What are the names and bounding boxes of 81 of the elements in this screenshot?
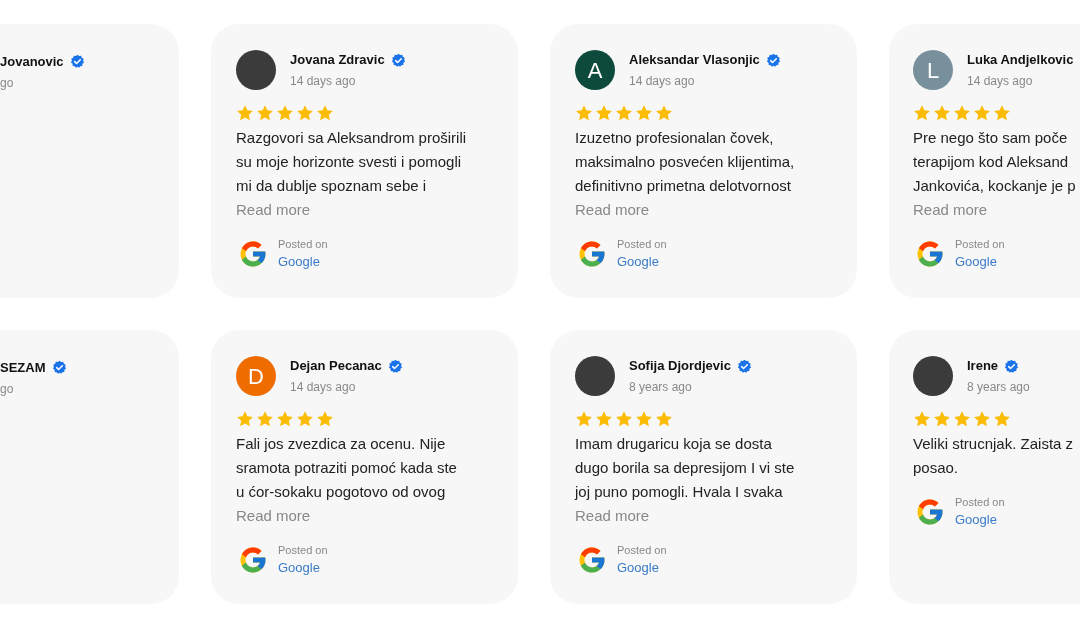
star-icon xyxy=(316,410,334,428)
star-icon xyxy=(276,104,294,122)
posted-on-label: Posted on xyxy=(955,237,1005,252)
star-icon xyxy=(913,410,931,428)
posted-on-label: Posted on xyxy=(617,543,667,558)
star-icon xyxy=(256,104,274,122)
star-icon xyxy=(575,104,593,122)
google-source-link[interactable]: Google xyxy=(278,252,328,272)
star-icon xyxy=(973,410,991,428)
star-icon xyxy=(296,410,314,428)
star-icon xyxy=(595,410,613,428)
review-text: Fali jos zvezdica za ocenu. Nije sramota potraziti pomoć kada ste u ćor-sokaku pogotovo od ovog xyxy=(236,434,458,502)
posted-on-label: Posted on xyxy=(278,237,328,252)
reviewer-name: Sofija Djordjevic xyxy=(629,357,731,376)
google-logo-icon xyxy=(577,545,607,575)
review-time: 8 years ago xyxy=(967,378,1030,396)
read-more-link[interactable]: Read more xyxy=(575,198,650,222)
review-time: go xyxy=(0,380,15,398)
star-icon xyxy=(575,410,593,428)
read-more-link[interactable]: Read more xyxy=(236,198,311,222)
star-icon xyxy=(595,104,613,122)
review-time: 14 days ago xyxy=(967,72,1034,90)
reviewer-name: Irene xyxy=(967,357,999,376)
reviewer-name: Luka Andjelkovic xyxy=(967,51,1074,70)
reviewer-name: Dejan Pecanac xyxy=(290,357,382,376)
google-logo-icon xyxy=(238,239,268,269)
star-icon xyxy=(615,104,633,122)
google-logo-icon xyxy=(915,239,945,269)
google-logo-icon xyxy=(915,497,945,527)
read-more-link[interactable]: Read more xyxy=(913,198,988,222)
review-time: 14 days ago xyxy=(290,72,357,90)
star-icon xyxy=(256,410,274,428)
avatar-photo-placeholder xyxy=(236,50,276,90)
star-icon xyxy=(296,104,314,122)
star-icon xyxy=(655,104,673,122)
star-icon xyxy=(655,410,673,428)
letter-avatar: D xyxy=(236,356,276,396)
read-more-link[interactable]: Read more xyxy=(236,504,311,528)
review-text: Veliki strucnjak. Zaista z posao. xyxy=(913,434,1075,478)
google-source-link[interactable]: Google xyxy=(955,252,1005,272)
review-text: Razgovori sa Aleksandrom proširili su moje horizonte svesti i pomogli mi da dublje spoznam sebe i xyxy=(236,128,468,196)
read-more-link[interactable]: Read more xyxy=(575,504,650,528)
star-icon xyxy=(933,104,951,122)
google-source-link[interactable]: Google xyxy=(617,252,667,272)
star-icon xyxy=(933,410,951,428)
letter-avatar: L xyxy=(913,50,953,90)
google-logo-icon xyxy=(577,239,607,269)
review-text: Izuzetno profesionalan čovek, maksimalno posvećen klijentima, definitivno primetna delotvornost xyxy=(575,128,796,196)
star-icon xyxy=(913,104,931,122)
review-time: 14 days ago xyxy=(290,378,357,396)
star-icon xyxy=(276,410,294,428)
star-icon xyxy=(236,410,254,428)
star-icon xyxy=(236,104,254,122)
star-icon xyxy=(993,104,1011,122)
star-icon xyxy=(993,410,1011,428)
posted-on-label: Posted on xyxy=(617,237,667,252)
star-icon xyxy=(615,410,633,428)
reviewer-name: Jovanovic xyxy=(0,53,64,71)
avatar-photo-placeholder xyxy=(575,356,615,396)
google-source-link[interactable]: Google xyxy=(617,558,667,578)
reviewer-name: Aleksandar Vlasonjic xyxy=(629,51,760,70)
review-text: Imam drugaricu koja se dosta dugo borila sa depresijom I vi ste joj puno pomogli. Hvala I svaka xyxy=(575,434,796,502)
star-icon xyxy=(635,104,653,122)
avatar-photo-placeholder xyxy=(913,356,953,396)
posted-on-label: Posted on xyxy=(278,543,328,558)
review-text: Pre nego što sam poče terapijom kod Aleksand Jankovića, kockanje je p xyxy=(913,128,1077,196)
google-source-link[interactable]: Google xyxy=(278,558,328,578)
reviewer-name: Jovana Zdravic xyxy=(290,51,385,70)
posted-on-label: Posted on xyxy=(955,495,1005,510)
star-icon xyxy=(953,104,971,122)
google-logo-icon xyxy=(238,545,268,575)
review-time: 8 years ago xyxy=(629,378,693,396)
letter-avatar: A xyxy=(575,50,615,90)
star-icon xyxy=(953,410,971,428)
google-source-link[interactable]: Google xyxy=(955,510,1005,530)
review-time: go xyxy=(0,74,15,92)
reviewer-name: SEZAM xyxy=(0,359,46,377)
star-icon xyxy=(635,410,653,428)
star-icon xyxy=(316,104,334,122)
review-time: 14 days ago xyxy=(629,72,696,90)
star-icon xyxy=(973,104,991,122)
